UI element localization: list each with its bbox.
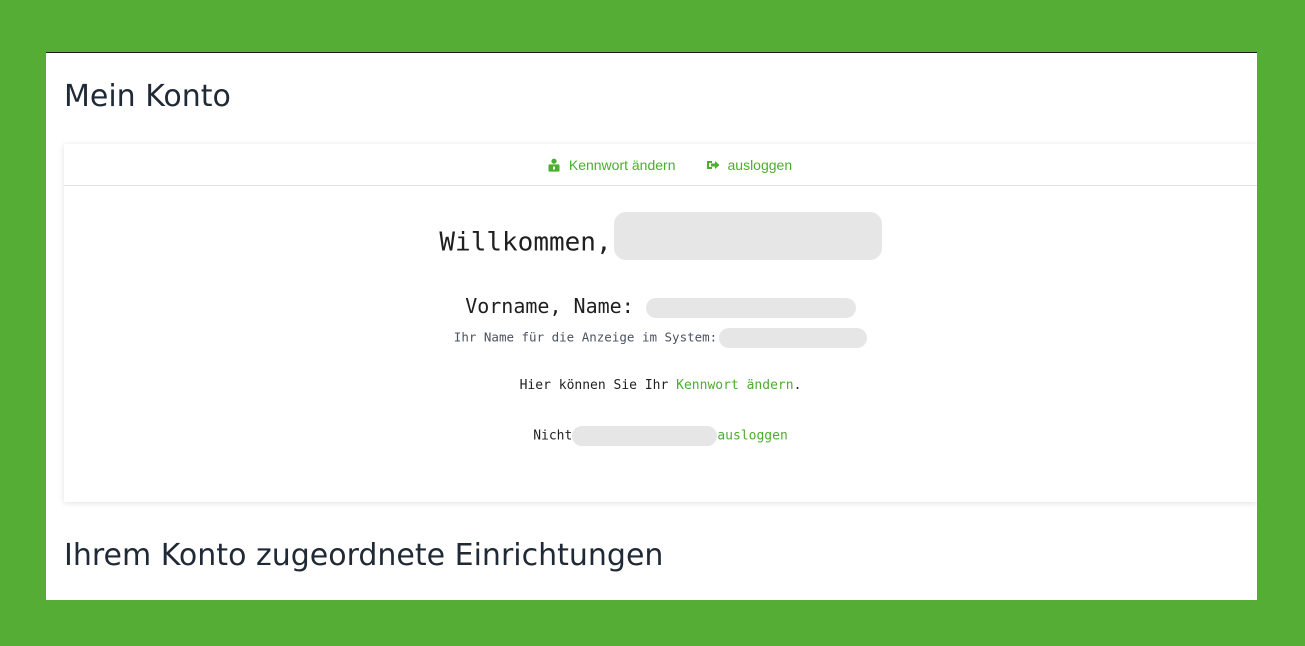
display-name-line: Ihr Name für die Anzeige im System: (64, 328, 1257, 348)
logout-nav-link[interactable]: ausloggen (706, 156, 793, 173)
display-name-label: Ihr Name für die Anzeige im System: (453, 329, 718, 345)
card-body: Willkommen, Vorname, Name: Ihr Name für … (64, 186, 1257, 501)
sign-out-icon (706, 160, 719, 169)
card-nav: Kennwort ändern ausloggen (64, 144, 1257, 186)
section-title: Ihrem Konto zugeordnete Einrichtungen (64, 538, 664, 573)
logout-prefix: Nicht (533, 428, 573, 444)
change-password-nav-link[interactable]: Kennwort ändern (547, 157, 676, 173)
change-password-prefix: Hier können Sie Ihr (519, 378, 669, 393)
welcome-line: Willkommen, (64, 212, 1257, 260)
account-card: Kennwort ändern ausloggen Willkommen, Vo… (64, 144, 1257, 502)
full-name-line: Vorname, Name: (64, 294, 1257, 318)
logout-line: Nicht ausloggen (64, 426, 1257, 446)
page-title: Mein Konto (64, 79, 231, 114)
change-password-nav-label: Kennwort ändern (568, 156, 676, 173)
welcome-text: Willkommen, (439, 227, 612, 258)
change-password-suffix: . (793, 378, 802, 393)
change-password-line: Hier können Sie Ihr Kennwort ändern. (64, 378, 1257, 393)
redacted-username (613, 212, 882, 260)
redacted-full-name (645, 297, 856, 318)
full-name-label: Vorname, Name: (465, 294, 634, 318)
redacted-logout-name (572, 426, 718, 446)
user-lock-icon (548, 158, 560, 172)
logout-link[interactable]: ausloggen (717, 429, 787, 444)
change-password-link[interactable]: Kennwort ändern (676, 378, 793, 393)
logout-nav-label: ausloggen (727, 156, 793, 173)
redacted-display-name (719, 328, 868, 348)
account-page: Mein Konto Kennwort ändern ausloggen Wil… (46, 53, 1257, 600)
